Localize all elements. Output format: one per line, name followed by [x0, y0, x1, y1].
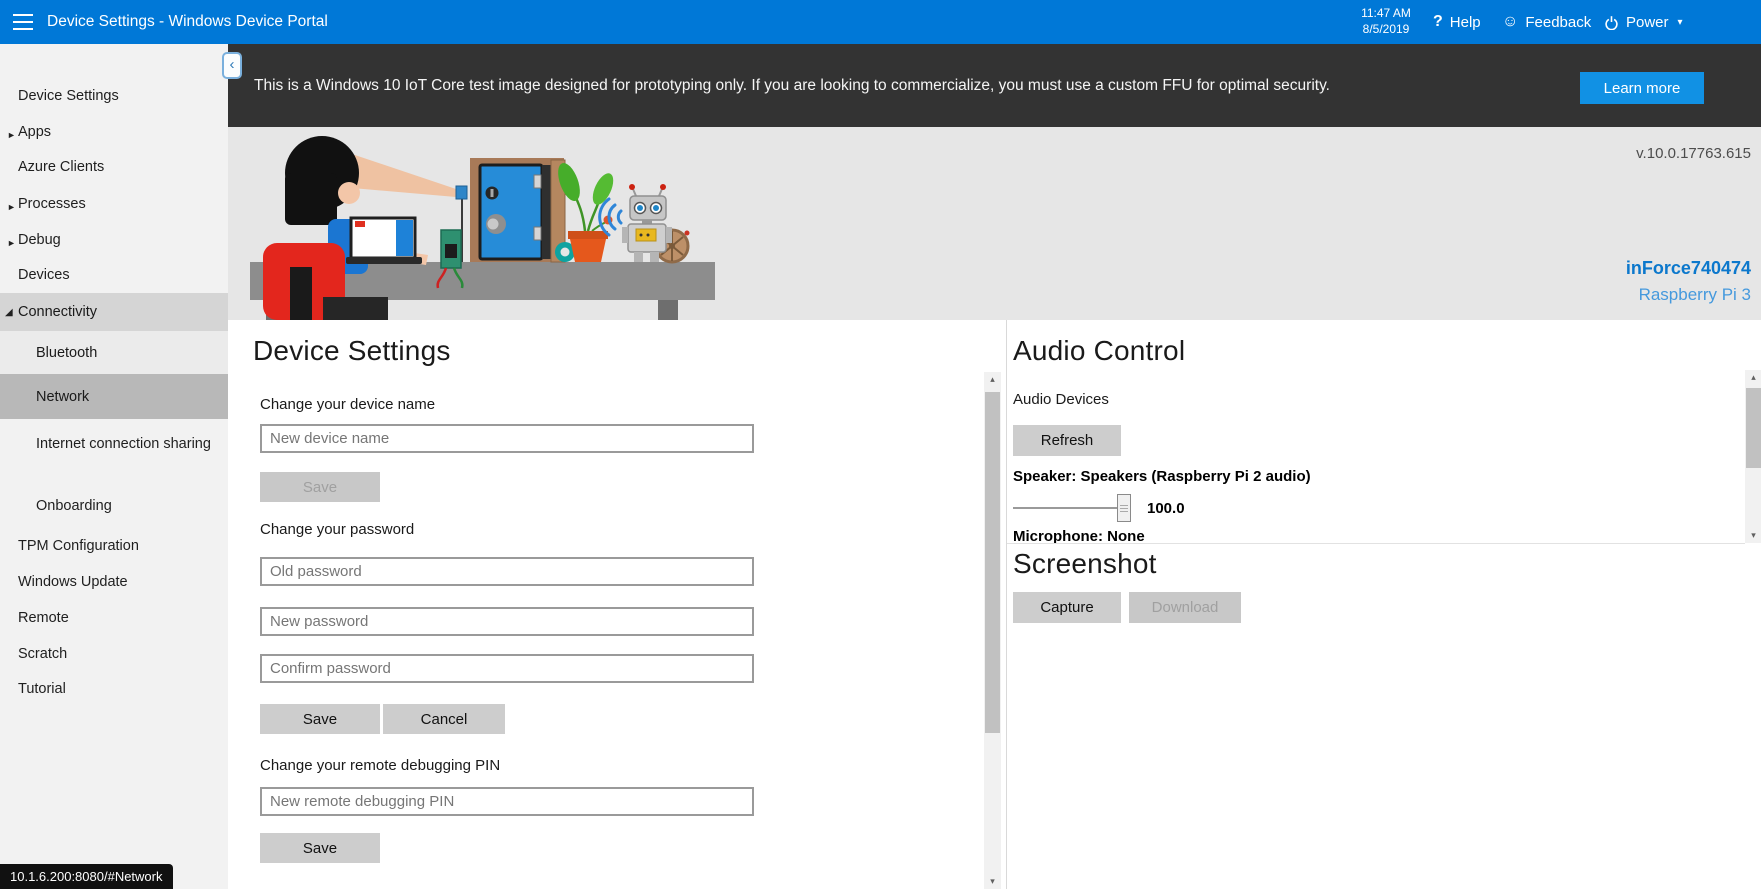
capture-button[interactable]: Capture — [1013, 592, 1121, 623]
sidebar-item-connectivity[interactable]: ◢ Connectivity — [0, 293, 228, 331]
microphone-label: Microphone: None — [1013, 528, 1145, 543]
expand-arrow-icon: ► — [7, 202, 16, 212]
new-pin-input[interactable] — [260, 787, 754, 816]
sidebar-item-remote[interactable]: Remote — [0, 610, 228, 627]
device-name-link[interactable]: inForce740474 — [1626, 258, 1751, 279]
screenshot-title: Screenshot — [1013, 548, 1157, 579]
hamburger-menu-icon[interactable] — [13, 14, 33, 30]
sidebar-item-device-settings[interactable]: Device Settings — [0, 88, 228, 105]
status-url-tooltip: 10.1.6.200:8080/#Network — [0, 864, 173, 889]
sidebar-item-processes[interactable]: ► Processes — [0, 196, 228, 213]
device-settings-scrollbar[interactable]: ▴ ▾ — [984, 372, 1001, 889]
scroll-down-icon[interactable]: ▾ — [1745, 530, 1761, 541]
expand-arrow-icon: ► — [7, 238, 16, 248]
sidebar-nav: Device Settings ► Apps Azure Clients ► Pro… — [0, 44, 228, 889]
chevron-left-icon: ‹ — [229, 56, 235, 73]
sidebar-item-onboarding[interactable]: Onboarding — [0, 498, 228, 515]
sidebar-item-azure-clients[interactable]: Azure Clients — [0, 159, 228, 176]
device-model-link[interactable]: Raspberry Pi 3 — [1639, 285, 1751, 305]
power-icon — [1605, 15, 1618, 30]
scroll-up-icon[interactable]: ▴ — [1745, 372, 1761, 383]
sidebar-collapse-button[interactable]: ‹ — [222, 52, 242, 79]
clock-time: 11:47 AM — [1361, 6, 1411, 20]
app-title: Device Settings - Windows Device Portal — [47, 13, 328, 30]
chevron-down-icon: ▾ — [1677, 16, 1683, 28]
new-password-input[interactable] — [260, 607, 754, 636]
change-password-label: Change your password — [260, 521, 415, 538]
save-pin-button[interactable]: Save — [260, 833, 380, 863]
sidebar-item-scratch[interactable]: Scratch — [0, 646, 228, 663]
clock-date: 8/5/2019 — [1362, 22, 1410, 36]
sidebar-item-debug[interactable]: ► Debug — [0, 232, 228, 249]
audio-screenshot-panel: Audio Control Audio Devices Refresh Spea… — [1006, 320, 1761, 889]
audio-control-title: Audio Control — [1013, 335, 1186, 366]
expand-arrow-icon: ► — [7, 130, 16, 140]
top-bar: Device Settings - Windows Device Portal … — [0, 0, 1761, 44]
sidebar-item-apps[interactable]: ► Apps — [0, 124, 228, 141]
help-button[interactable]: ? Help — [1433, 0, 1481, 44]
audio-devices-label: Audio Devices — [1013, 391, 1109, 408]
device-settings-title: Device Settings — [253, 335, 451, 366]
confirm-password-input[interactable] — [260, 654, 754, 683]
sidebar-item-tpm-configuration[interactable]: TPM Configuration — [0, 538, 228, 555]
scroll-up-icon[interactable]: ▴ — [984, 374, 1001, 385]
save-password-button[interactable]: Save — [260, 704, 380, 734]
os-version: v.10.0.17763.615 — [1636, 145, 1751, 162]
warning-message: This is a Windows 10 IoT Core test image… — [254, 76, 1330, 94]
help-label: Help — [1449, 13, 1481, 31]
feedback-button[interactable]: ☺ Feedback — [1502, 0, 1591, 44]
help-icon: ? — [1433, 13, 1443, 30]
cancel-password-button[interactable]: Cancel — [383, 704, 505, 734]
device-settings-panel: Device Settings Change your device name … — [228, 320, 1006, 889]
sidebar-item-windows-update[interactable]: Windows Update — [0, 574, 228, 591]
scrollbar-thumb[interactable] — [1746, 388, 1761, 468]
sidebar-item-tutorial[interactable]: Tutorial — [0, 681, 228, 698]
iot-illustration — [250, 136, 715, 320]
power-label: Power — [1626, 13, 1669, 31]
refresh-audio-button[interactable]: Refresh — [1013, 425, 1121, 456]
learn-more-button[interactable]: Learn more — [1580, 72, 1704, 104]
clock: 11:47 AM 8/5/2019 — [1360, 5, 1412, 37]
sidebar-item-devices[interactable]: Devices — [0, 267, 228, 284]
windows-device-portal: Device Settings - Windows Device Portal … — [0, 0, 1761, 889]
change-device-name-label: Change your device name — [260, 396, 436, 413]
section-divider — [1007, 543, 1745, 544]
download-button[interactable]: Download — [1129, 592, 1241, 623]
save-device-name-button[interactable]: Save — [260, 472, 380, 502]
sidebar-item-bluetooth[interactable]: Bluetooth — [0, 331, 228, 374]
change-pin-label: Change your remote debugging PIN — [260, 757, 501, 774]
scrollbar-thumb[interactable] — [985, 392, 1000, 733]
volume-slider-track[interactable] — [1013, 507, 1131, 509]
warning-banner: This is a Windows 10 IoT Core test image… — [228, 44, 1761, 127]
feedback-label: Feedback — [1525, 13, 1592, 31]
volume-value: 100.0 — [1147, 500, 1185, 517]
sidebar-item-internet-connection-sharing[interactable]: Internet connection sharing — [36, 435, 222, 454]
scroll-down-icon[interactable]: ▾ — [984, 876, 1001, 887]
feedback-icon: ☺ — [1502, 13, 1519, 30]
volume-slider-handle[interactable] — [1117, 494, 1131, 522]
old-password-input[interactable] — [260, 557, 754, 586]
audio-scrollbar[interactable]: ▴ ▾ — [1745, 370, 1761, 543]
sidebar-item-network[interactable]: Network — [0, 374, 228, 419]
new-device-name-input[interactable] — [260, 424, 754, 453]
collapse-arrow-icon: ◢ — [5, 306, 13, 318]
speaker-label: Speaker: Speakers (Raspberry Pi 2 audio) — [1013, 468, 1311, 485]
hero-header: v.10.0.17763.615 inForce740474 Raspberry… — [228, 127, 1761, 320]
power-menu-button[interactable]: Power ▾ — [1604, 0, 1683, 44]
